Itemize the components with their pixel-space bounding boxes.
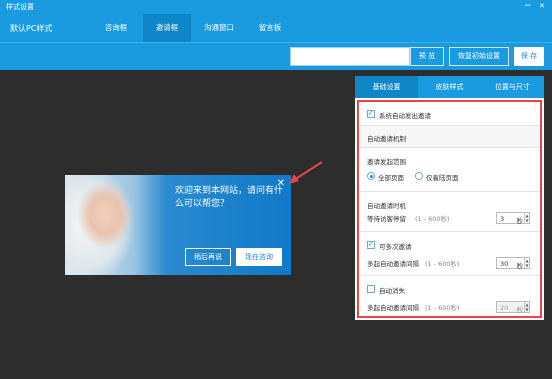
later-button[interactable]: 稍后再说: [185, 248, 231, 266]
section-header: 自动邀请机制: [359, 126, 540, 148]
tab-position-size[interactable]: 位置与尺寸: [481, 76, 544, 98]
wait-value: 3: [500, 215, 505, 223]
section-title: 自动邀请机制: [367, 135, 406, 143]
close-value: 20: [500, 304, 509, 312]
settings-panel: 基础设置 皮肤样式 位置与尺寸 系统自动发出邀请 自动邀请机制 邀请发起范围 全…: [355, 76, 544, 320]
title-bar: 样式设置 − ✕: [0, 0, 552, 14]
auto-close-row: 自动消失 多起自动邀请间隔 (1 - 600秒) 20 秒 ▲ ▼: [359, 276, 540, 316]
repeat-range: (1 - 600秒): [425, 260, 460, 268]
unit-label: 秒: [516, 217, 524, 225]
unit-label: 秒: [516, 262, 524, 270]
repeat-interval-label: 多起自动邀请间隔: [367, 260, 419, 268]
settings-content: 系统自动发出邀请 自动邀请机制 邀请发起范围 全部页面 仅着陆页面 自动邀请时机…: [357, 100, 542, 318]
wait-label: 等待访客停留: [367, 215, 406, 223]
close-seconds-input[interactable]: 20 秒 ▲ ▼: [496, 301, 530, 314]
wait-range: (1 - 600秒): [415, 215, 450, 223]
auto-invite-checkbox[interactable]: [367, 109, 375, 118]
wait-seconds-input[interactable]: 3 秒 ▲ ▼: [496, 212, 530, 225]
unit-label: 秒: [516, 306, 524, 314]
agent-photo: [65, 175, 145, 275]
consult-now-button[interactable]: 现在咨询: [236, 248, 282, 266]
scope-home-label: 仅着陆页面: [426, 174, 459, 182]
tab-invite-box[interactable]: 邀请框: [143, 14, 191, 42]
spinner-icon[interactable]: ▲ ▼: [524, 258, 529, 268]
close-icon[interactable]: ✕: [539, 1, 545, 12]
timing-row: 自动邀请时机 等待访客停留 (1 - 600秒) 3 秒 ▲ ▼: [359, 192, 540, 232]
scope-row: 邀请发起范围 全部页面 仅着陆页面: [359, 148, 540, 192]
repeat-seconds-input[interactable]: 30 秒 ▲ ▼: [496, 257, 530, 270]
timing-label: 自动邀请时机: [367, 202, 406, 210]
auto-invite-row: 系统自动发出邀请: [359, 102, 540, 126]
tab-basic-settings[interactable]: 基础设置: [355, 76, 418, 98]
spinner-icon[interactable]: ▲ ▼: [524, 302, 529, 312]
tab-skin-style[interactable]: 皮肤样式: [418, 76, 481, 98]
close-interval-label: 多起自动邀请间隔: [367, 304, 419, 312]
auto-invite-label: 系统自动发出邀请: [379, 112, 431, 120]
panel-tabs: 基础设置 皮肤样式 位置与尺寸: [355, 76, 544, 98]
minimize-icon[interactable]: −: [524, 1, 532, 12]
scope-all-radio[interactable]: [367, 172, 375, 180]
close-range: (1 - 600秒): [425, 304, 460, 312]
tab-consult-box[interactable]: 咨询框: [92, 14, 140, 42]
repeat-row: 可多次邀请 多起自动邀请间隔 (1 - 600秒) 30 秒 ▲▼: [359, 232, 540, 276]
search-input[interactable]: [290, 47, 410, 66]
invite-popup[interactable]: ✕ 欢迎来到本网站，请问有什么可以帮您？ 稍后再说 现在咨询: [65, 175, 291, 275]
scope-home-radio[interactable]: [415, 172, 423, 180]
save-button[interactable]: 保 存: [514, 47, 544, 66]
tab-chat-window[interactable]: 沟通窗口: [195, 14, 243, 42]
tab-message-board[interactable]: 留言板: [246, 14, 294, 42]
auto-close-checkbox[interactable]: [367, 285, 375, 293]
red-arrow-icon: [289, 161, 323, 184]
window-title: 样式设置: [6, 3, 34, 11]
preview-button[interactable]: 预 览: [410, 47, 444, 66]
style-name: 默认PC样式: [10, 24, 53, 33]
top-nav: 默认PC样式 咨询框 邀请框 沟通窗口 留言板: [0, 14, 552, 42]
scope-all-label: 全部页面: [378, 174, 404, 182]
spinner-icon[interactable]: ▲ ▼: [524, 213, 529, 223]
repeat-checkbox[interactable]: [367, 240, 375, 249]
invite-message: 欢迎来到本网站，请问有什么可以帮您？: [175, 186, 284, 209]
scope-label: 邀请发起范围: [367, 158, 406, 166]
auto-close-label: 自动消失: [379, 287, 405, 295]
toolbar: 预 览 恢复初始设置 保 存: [0, 42, 552, 70]
repeat-value: 30: [500, 260, 509, 268]
reset-button[interactable]: 恢复初始设置: [449, 47, 509, 66]
repeat-label: 可多次邀请: [379, 243, 412, 251]
